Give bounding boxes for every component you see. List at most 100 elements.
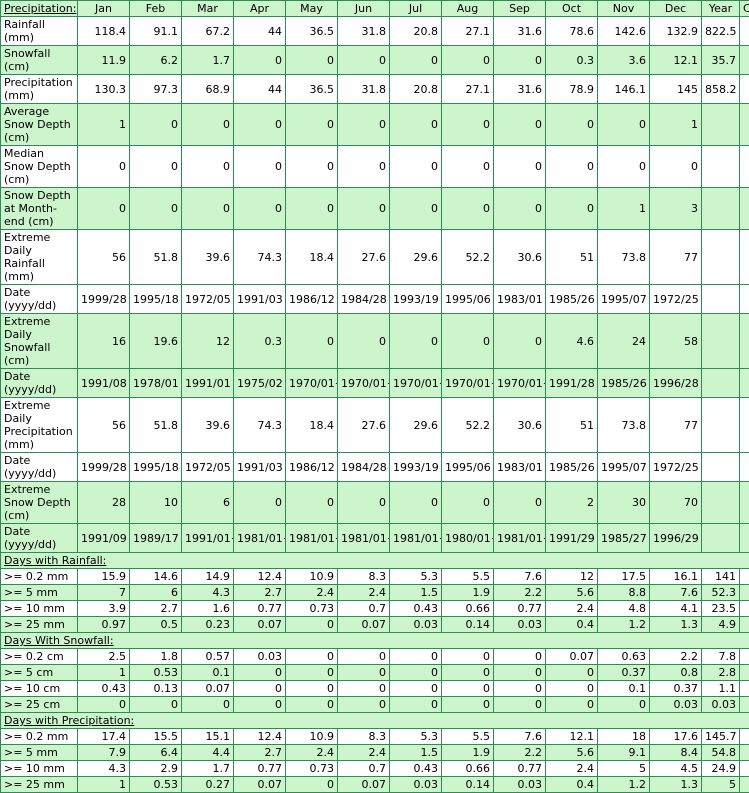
cell-feb: 2.7 [130, 601, 182, 617]
cell-year: 24.9 [702, 761, 740, 777]
cell-jun: 0.07 [338, 777, 390, 793]
cell-apr: 0 [234, 697, 286, 713]
cell-mar: 0.07 [182, 681, 234, 697]
cell-year [702, 369, 740, 398]
column-header-nov: Nov [598, 1, 650, 17]
cell-nov: 73.8 [598, 398, 650, 453]
column-header-sep: Sep [494, 1, 546, 17]
table-row: Extreme Daily Rainfall (mm)5651.839.674.… [1, 230, 749, 285]
cell-nov: 4.8 [598, 601, 650, 617]
cell-aug: 27.1 [442, 17, 494, 46]
cell-jan: 1999/28 [78, 453, 130, 482]
cell-oct: 4.6 [546, 314, 598, 369]
cell-year [702, 104, 740, 146]
column-header-oct: Oct [546, 1, 598, 17]
cell-feb: 1989/17 [130, 524, 182, 553]
cell-code [740, 285, 749, 314]
cell-dec: 70 [650, 482, 702, 524]
cell-code: A [740, 777, 749, 793]
cell-code [740, 230, 749, 285]
cell-jun: 0.07 [338, 617, 390, 633]
cell-year: 0.03 [702, 697, 740, 713]
cell-apr: 1981/01+ [234, 524, 286, 553]
cell-mar: 0.1 [182, 665, 234, 681]
cell-year [702, 398, 740, 453]
cell-aug: 0 [442, 146, 494, 188]
table-row: >= 0.2 mm17.415.515.112.410.98.35.35.57.… [1, 729, 749, 745]
row-label-extreme-daily-rainfall-mm: Extreme Daily Rainfall (mm) [1, 230, 78, 285]
cell-oct: 1985/26 [546, 453, 598, 482]
cell-jun: 0.7 [338, 601, 390, 617]
cell-code: A [740, 585, 749, 601]
cell-code: A [740, 681, 749, 697]
cell-mar: 1.7 [182, 761, 234, 777]
column-header-jul: Jul [390, 1, 442, 17]
cell-mar: 15.1 [182, 729, 234, 745]
cell-jan: 56 [78, 230, 130, 285]
cell-may: 0.73 [286, 761, 338, 777]
cell-aug: 0.66 [442, 601, 494, 617]
cell-jul: 0 [390, 482, 442, 524]
cell-dec: 8.4 [650, 745, 702, 761]
cell-code: C [740, 188, 749, 230]
table-row: Date (yyyy/dd)1991/081978/011991/011975/… [1, 369, 749, 398]
cell-may: 2.4 [286, 585, 338, 601]
cell-nov: 0.37 [598, 665, 650, 681]
cell-dec: 17.6 [650, 729, 702, 745]
cell-aug: 1970/01+ [442, 369, 494, 398]
cell-dec: 7.6 [650, 585, 702, 601]
cell-aug: 0 [442, 482, 494, 524]
cell-jan: 2.5 [78, 649, 130, 665]
cell-oct: 78.9 [546, 75, 598, 104]
cell-apr: 0.07 [234, 777, 286, 793]
cell-jun: 2.4 [338, 585, 390, 601]
cell-code: A [740, 697, 749, 713]
cell-year: 141 [702, 569, 740, 585]
cell-jan: 17.4 [78, 729, 130, 745]
cell-feb: 6.2 [130, 46, 182, 75]
cell-aug: 0 [442, 314, 494, 369]
cell-mar: 0 [182, 697, 234, 713]
cell-mar: 39.6 [182, 230, 234, 285]
cell-mar: 1.6 [182, 601, 234, 617]
cell-year [702, 314, 740, 369]
cell-may: 0 [286, 697, 338, 713]
cell-jun: 0 [338, 104, 390, 146]
row-label-0-2-cm: >= 0.2 cm [1, 649, 78, 665]
cell-year: 822.5 [702, 17, 740, 46]
cell-apr: 0 [234, 188, 286, 230]
row-label-25-mm: >= 25 mm [1, 777, 78, 793]
cell-mar: 1991/01 [182, 369, 234, 398]
cell-feb: 0.53 [130, 777, 182, 793]
cell-feb: 91.1 [130, 17, 182, 46]
cell-may: 10.9 [286, 569, 338, 585]
cell-jul: 0 [390, 104, 442, 146]
cell-code [740, 398, 749, 453]
cell-jun: 0 [338, 681, 390, 697]
cell-mar: 68.9 [182, 75, 234, 104]
cell-dec: 0.03 [650, 697, 702, 713]
cell-code: C [740, 146, 749, 188]
column-header-jun: Jun [338, 1, 390, 17]
cell-jul: 29.6 [390, 398, 442, 453]
cell-dec: 1996/28 [650, 369, 702, 398]
cell-dec: 3 [650, 188, 702, 230]
cell-nov: 146.1 [598, 75, 650, 104]
cell-nov: 18 [598, 729, 650, 745]
cell-mar: 0 [182, 146, 234, 188]
cell-year: 1.1 [702, 681, 740, 697]
cell-may: 0 [286, 482, 338, 524]
cell-may: 0 [286, 146, 338, 188]
cell-sep: 0 [494, 482, 546, 524]
cell-jul: 0.43 [390, 761, 442, 777]
cell-year [702, 482, 740, 524]
cell-sep: 0 [494, 46, 546, 75]
cell-jul: 1993/19 [390, 285, 442, 314]
row-label-5-mm: >= 5 mm [1, 585, 78, 601]
cell-mar: 0.57 [182, 649, 234, 665]
cell-feb: 6 [130, 585, 182, 601]
cell-may: 2.4 [286, 745, 338, 761]
cell-apr: 0 [234, 104, 286, 146]
row-label-median-snow-depth-cm: Median Snow Depth (cm) [1, 146, 78, 188]
cell-jul: 0 [390, 665, 442, 681]
